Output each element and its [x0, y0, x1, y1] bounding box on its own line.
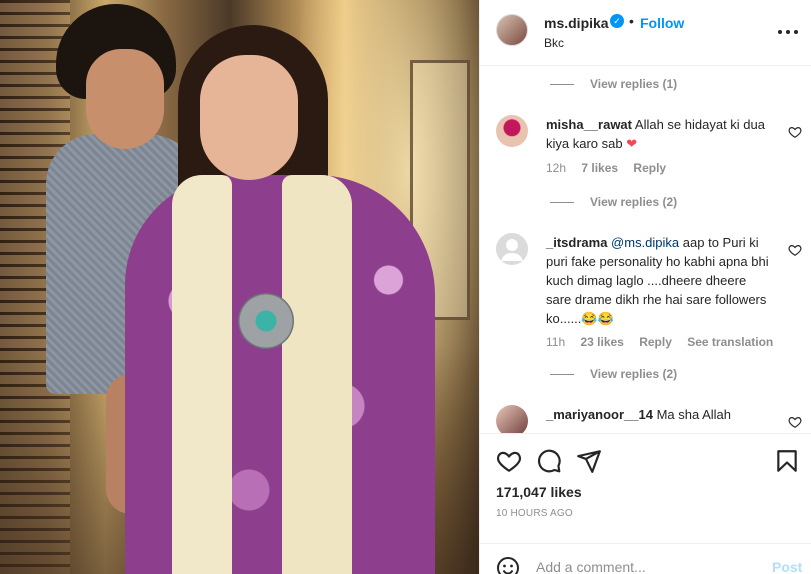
comments-list[interactable]: View replies (1) misha__rawat Allah se h… [480, 67, 811, 433]
post-side-panel: ms.dipika ✓ • Follow Bkc View replies (1… [479, 0, 811, 574]
woman-face [200, 55, 298, 180]
red-heart-emoji: ❤ [626, 136, 638, 151]
reply-button[interactable]: Reply [639, 335, 672, 349]
comment-likes[interactable]: 23 likes [580, 335, 623, 349]
commenter-avatar[interactable] [496, 405, 528, 433]
heart-icon[interactable] [496, 448, 522, 474]
emoji-icon[interactable] [496, 556, 520, 574]
woman-dupatta-left [172, 175, 232, 574]
post-comment-button[interactable]: Post [772, 559, 802, 574]
commenter-avatar[interactable] [496, 233, 528, 265]
comment-text: misha__rawat Allah se hidayat ki dua kiy… [546, 115, 774, 153]
comment-likes[interactable]: 7 likes [581, 161, 618, 175]
share-icon[interactable] [576, 448, 602, 474]
author-username[interactable]: ms.dipika [544, 15, 609, 31]
comment-text: _mariyanoor__14 Ma sha Allah [546, 405, 774, 424]
woman-dupatta-right [282, 175, 352, 574]
woman-necklace [238, 293, 294, 349]
add-comment-bar: Post [480, 543, 811, 574]
comment-time[interactable]: 11h [546, 335, 565, 349]
commenter-avatar[interactable] [496, 115, 528, 147]
view-replies-line [550, 202, 574, 204]
see-translation-button[interactable]: See translation [687, 335, 773, 349]
commenter-username[interactable]: _itsdrama [546, 235, 607, 250]
reply-button[interactable]: Reply [633, 161, 666, 175]
comment-mention-link[interactable]: @ms.dipika [611, 235, 679, 250]
post-actions: 171,047 likes 10 HOURS AGO [480, 433, 811, 543]
comment-text: _itsdrama @ms.dipika aap to Puri ki puri… [546, 233, 774, 328]
likes-count[interactable]: 171,047 likes [496, 484, 582, 500]
like-comment-heart-icon[interactable] [788, 415, 802, 429]
commenter-username[interactable]: misha__rawat [546, 117, 632, 132]
like-comment-heart-icon[interactable] [788, 243, 802, 257]
commenter-username[interactable]: _mariyanoor__14 [546, 407, 653, 422]
view-replies-line [550, 84, 574, 86]
view-replies-button[interactable]: View replies (2) [550, 195, 677, 213]
bookmark-icon[interactable] [774, 448, 800, 474]
add-comment-input[interactable] [536, 558, 756, 574]
comment-meta: 11h 23 likes Reply See translation [546, 335, 785, 349]
view-replies-button[interactable]: View replies (1) [550, 77, 677, 95]
view-replies-line [550, 374, 574, 376]
more-options-icon[interactable] [778, 22, 798, 42]
comment-time[interactable]: 12h [546, 161, 566, 175]
header-separator: • [629, 13, 634, 29]
default-avatar-icon [501, 239, 523, 261]
follow-button[interactable]: Follow [640, 15, 684, 31]
comment-body: Ma sha Allah [656, 407, 732, 422]
comment-meta: 12h 7 likes Reply [546, 161, 678, 175]
post-location[interactable]: Bkc [544, 36, 564, 50]
verified-badge-icon: ✓ [610, 14, 624, 28]
photo-woman-figure [120, 25, 440, 574]
view-replies-button[interactable]: View replies (2) [550, 367, 677, 385]
post-header: ms.dipika ✓ • Follow Bkc [480, 0, 811, 66]
post-time-ago[interactable]: 10 HOURS AGO [496, 508, 573, 519]
like-comment-heart-icon[interactable] [788, 125, 802, 139]
post-photo[interactable] [0, 0, 479, 574]
author-avatar[interactable] [496, 14, 528, 46]
comment-icon[interactable] [536, 448, 562, 474]
